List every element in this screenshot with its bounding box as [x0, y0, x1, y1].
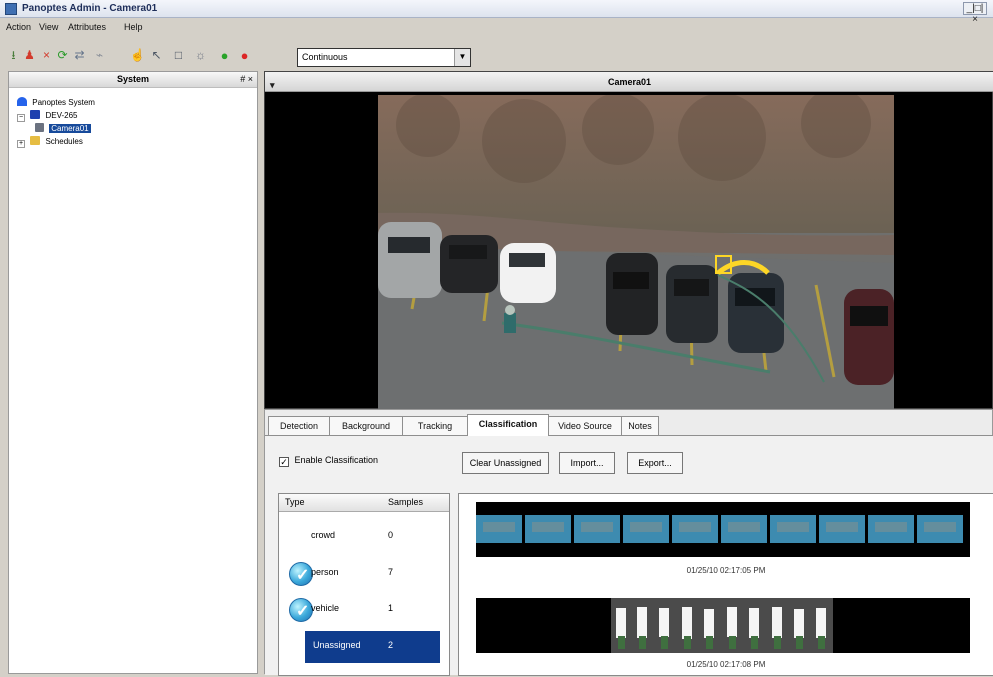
download-icon[interactable]: ⭳ [7, 49, 20, 62]
classification-type-table: Type Samples crowd 0 person 7 vehicle 1 … [278, 493, 450, 676]
pointer-icon[interactable]: ↖ [150, 49, 163, 62]
server-icon [30, 110, 41, 119]
title-bar: Panoptes Admin - Camera01 _|□|× [0, 0, 993, 25]
system-tree: Panoptes System − DEV-265 Camera01 + Sch… [17, 97, 247, 149]
type-row-crowd[interactable]: crowd 0 [279, 521, 449, 553]
camera-menu-icon[interactable]: ▾ [270, 75, 275, 95]
camera-title: Camera01 [607, 77, 652, 87]
tree-node-camera-label: Camera01 [49, 124, 91, 133]
enable-classification-row[interactable]: ✓ Enable Classification [279, 455, 378, 467]
tab-detection[interactable]: Detection [268, 416, 330, 436]
camera-icon [35, 123, 44, 132]
toolbar: ⭳ ♟ × ⟳ ⇄ ⌁ ☝ ↖ □ ☼ ● ● [0, 38, 993, 68]
type-row-person[interactable]: person 7 [279, 558, 449, 590]
tab-notes[interactable]: Notes [621, 416, 659, 436]
classification-panel: ✓ Enable Classification Clear Unassigned… [265, 435, 993, 676]
sample-images-panel: 01/25/10 02:17:05 PM 01/25/10 02:17:08 P… [458, 493, 993, 676]
tree-node-schedules[interactable]: + Schedules [17, 136, 247, 149]
type-cell: Unassigned [313, 640, 361, 650]
mode-dropdown[interactable]: Continuous ▼ [297, 48, 471, 67]
system-pane: System # × Panoptes System − DEV-265 Cam… [8, 71, 258, 674]
person-sample-timestamp: 01/25/10 02:17:08 PM [686, 660, 766, 669]
tree-node-dev[interactable]: − DEV-265 [17, 110, 247, 123]
system-icon [17, 97, 27, 106]
folder-icon [30, 136, 41, 145]
type-column-header[interactable]: Type [285, 497, 305, 507]
type-cell: crowd [311, 530, 336, 540]
chevron-down-icon[interactable]: ▼ [454, 49, 470, 66]
window-controls[interactable]: _|□|× [963, 2, 987, 25]
share-icon[interactable]: ⇄ [73, 49, 86, 62]
properties-tabs: Detection Background Tracking Classifica… [264, 409, 993, 676]
sample-count-cell: 0 [388, 530, 394, 540]
menu-help[interactable]: Help [124, 22, 143, 32]
table-header: Type Samples [279, 494, 449, 512]
system-pane-title: System [116, 74, 150, 84]
person-icon[interactable]: ♟ [23, 49, 36, 62]
vehicle-sample-strip[interactable] [476, 502, 970, 557]
hand-icon[interactable]: ☝ [130, 49, 145, 62]
tab-background[interactable]: Background [329, 416, 403, 436]
type-cell: vehicle [311, 603, 340, 613]
camera-header: ▾ Camera01 [265, 72, 993, 92]
system-pane-header: System # × [9, 72, 257, 88]
tree-node-dev-label: DEV-265 [45, 111, 78, 120]
checkmark-icon [289, 562, 313, 586]
tree-node-camera[interactable]: Camera01 [35, 123, 265, 136]
rectangle-icon[interactable]: □ [172, 49, 185, 62]
tree-node-system-label: Panoptes System [32, 98, 95, 107]
menu-bar: Action View Attributes Help [0, 20, 993, 36]
export-button[interactable]: Export... [627, 452, 683, 474]
enable-classification-label: Enable Classification [294, 455, 379, 465]
person-thumbnails [476, 598, 970, 653]
mode-value: Continuous [302, 52, 348, 62]
path-icon[interactable]: ⌁ [93, 49, 106, 62]
sample-count-cell: 1 [388, 603, 394, 613]
samples-column-header[interactable]: Samples [388, 497, 423, 507]
type-row-unassigned[interactable]: Unassigned 2 [305, 631, 440, 663]
person-sample-strip[interactable] [476, 598, 970, 653]
tab-classification[interactable]: Classification [467, 414, 549, 436]
pane-controls[interactable]: # × [240, 72, 253, 87]
checkmark-icon [289, 598, 313, 622]
menu-view[interactable]: View [39, 22, 58, 32]
tab-video-source[interactable]: Video Source [548, 416, 622, 436]
x-icon[interactable]: × [40, 49, 53, 62]
camera-view-panel: ▾ Camera01 [264, 71, 993, 409]
vehicle-sample-timestamp: 01/25/10 02:17:05 PM [686, 566, 766, 575]
tree-node-schedules-label: Schedules [45, 137, 83, 146]
play-icon[interactable]: ● [218, 49, 231, 62]
vehicle-thumbnails [476, 502, 970, 557]
sample-count-cell: 7 [388, 567, 394, 577]
window-title: Panoptes Admin - Camera01 [22, 3, 158, 14]
import-button[interactable]: Import... [559, 452, 615, 474]
type-cell: person [311, 567, 339, 577]
collapse-icon[interactable]: − [17, 114, 25, 122]
sample-count-cell: 2 [388, 640, 394, 650]
tab-tracking[interactable]: Tracking [402, 416, 468, 436]
app-icon [5, 3, 17, 15]
tree-node-system[interactable]: Panoptes System [17, 97, 247, 110]
clear-unassigned-button[interactable]: Clear Unassigned [462, 452, 549, 474]
refresh-icon[interactable]: ⟳ [56, 49, 69, 62]
stop-icon[interactable]: ● [238, 49, 251, 62]
camera-video-feed[interactable] [378, 95, 894, 409]
bulb-icon[interactable]: ☼ [194, 49, 207, 62]
menu-attributes[interactable]: Attributes [68, 22, 106, 32]
enable-classification-checkbox[interactable]: ✓ [279, 457, 289, 467]
type-row-vehicle[interactable]: vehicle 1 [279, 594, 449, 626]
expand-icon[interactable]: + [17, 140, 25, 148]
menu-action[interactable]: Action [6, 22, 31, 32]
